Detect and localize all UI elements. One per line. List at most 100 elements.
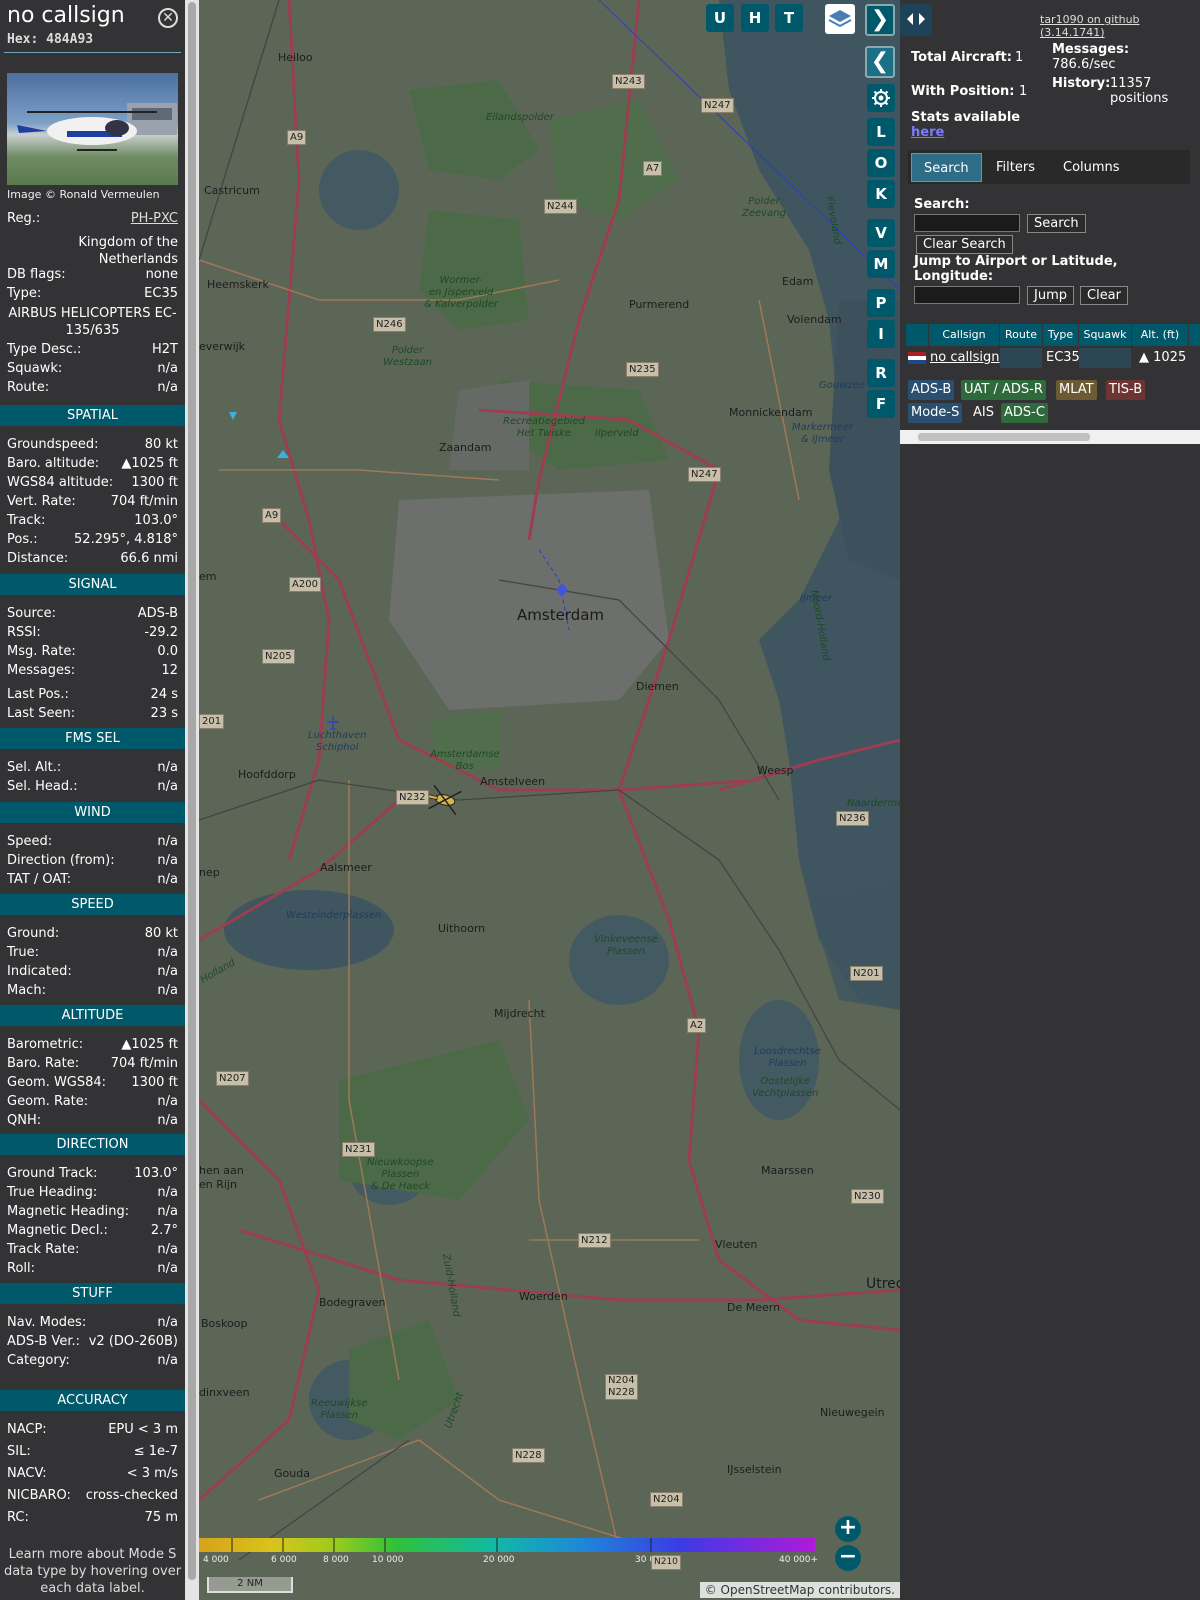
table-horizontal-scrollbar[interactable] bbox=[900, 430, 1200, 444]
map-button-h[interactable]: H bbox=[741, 4, 769, 32]
altitude-label-2: Geom. WGS84: bbox=[7, 1075, 107, 1090]
tab-search[interactable]: Search bbox=[911, 153, 982, 182]
map-button-t[interactable]: T bbox=[775, 4, 803, 32]
country-value: Kingdom of the Netherlands bbox=[78, 235, 178, 267]
place-amsterdamsebos: Amsterdamse Bos bbox=[430, 749, 500, 772]
close-icon[interactable]: ✕ bbox=[158, 8, 178, 28]
map-button-p[interactable]: P bbox=[867, 289, 895, 317]
tag-mlat[interactable]: MLAT bbox=[1056, 380, 1097, 400]
collapse-left-button[interactable]: ❮ bbox=[865, 46, 895, 78]
jump-button[interactable]: Jump bbox=[1027, 286, 1074, 305]
reg-link[interactable]: PH-PXC bbox=[131, 211, 178, 230]
direction-value-0: 103.0° bbox=[134, 1166, 178, 1181]
clear-button[interactable]: Clear bbox=[1080, 286, 1128, 305]
type-value: EC35 bbox=[144, 286, 178, 301]
info-row-reg: Reg.: PH-PXC bbox=[7, 211, 178, 230]
info-row-speed-2: Indicated: n/a bbox=[7, 964, 178, 983]
settings-button[interactable] bbox=[867, 84, 895, 112]
tag-uat[interactable]: UAT / ADS-R bbox=[961, 380, 1046, 400]
table-header-type[interactable]: Type bbox=[1043, 324, 1078, 346]
road-n247: N247 bbox=[701, 98, 734, 113]
map-button-k[interactable]: K bbox=[867, 180, 895, 208]
map-button-i[interactable]: I bbox=[867, 320, 895, 348]
signal-value-1: -29.2 bbox=[144, 625, 178, 640]
fms-label-1: Sel. Head.: bbox=[7, 779, 78, 794]
place-castricum: Castricum bbox=[204, 184, 260, 197]
map-button-u[interactable]: U bbox=[706, 4, 734, 32]
github-link[interactable]: tar1090 on github (3.14.1741) bbox=[1040, 13, 1200, 39]
stats-link[interactable]: here bbox=[911, 125, 944, 140]
tag-ais[interactable]: AIS bbox=[970, 403, 997, 423]
speed-value-0: 80 kt bbox=[144, 926, 178, 941]
table-header-squawk[interactable]: Squawk bbox=[1079, 324, 1131, 346]
info-row-spatial-3: Vert. Rate: 704 ft/min bbox=[7, 494, 178, 513]
accuracy-value-3: cross-checked bbox=[85, 1488, 178, 1503]
section-header-stuff: STUFF bbox=[0, 1283, 185, 1304]
tag-adsb[interactable]: ADS-B bbox=[908, 380, 955, 400]
expand-right-button[interactable]: ❯ bbox=[865, 4, 895, 36]
tab-columns[interactable]: Columns bbox=[1051, 153, 1132, 182]
row-type: EC35 bbox=[1046, 350, 1080, 365]
map-view[interactable]: Amsterdam Heiloo Castricum Heemskerk eve… bbox=[199, 0, 900, 1600]
tag-modes[interactable]: Mode-S bbox=[908, 403, 963, 423]
spatial-label-2: WGS84 altitude: bbox=[7, 475, 114, 490]
road-n228: N228 bbox=[512, 1448, 545, 1463]
place-woerden: Woerden bbox=[519, 1290, 568, 1303]
map-button-m[interactable]: M bbox=[867, 250, 895, 278]
scrollbar-thumb[interactable] bbox=[918, 433, 1090, 441]
road-n232: N232 bbox=[396, 790, 429, 805]
map-button-v[interactable]: V bbox=[867, 219, 895, 247]
clear-search-button[interactable]: Clear Search bbox=[916, 235, 1013, 254]
place-amsterdam: Amsterdam bbox=[517, 606, 605, 624]
tag-adsc[interactable]: ADS-C bbox=[1001, 403, 1048, 423]
direction-value-5: n/a bbox=[157, 1261, 178, 1276]
table-header-flag bbox=[906, 324, 928, 346]
zoom-in-button[interactable]: + bbox=[835, 1516, 861, 1542]
place-heemskerk: Heemskerk bbox=[207, 278, 269, 291]
messages-label: Messages: bbox=[1052, 42, 1130, 57]
type-full-value: AIRBUS HELICOPTERS EC-135/635 bbox=[8, 306, 177, 338]
layers-button[interactable] bbox=[825, 4, 855, 34]
place-wormer: Wormer- en Jisperveld & Kalverpolder bbox=[424, 275, 499, 310]
altitude-label-1: Baro. Rate: bbox=[7, 1056, 80, 1071]
road-n231: N231 bbox=[342, 1142, 375, 1157]
table-header-alt[interactable]: Alt. (ft) bbox=[1132, 324, 1188, 346]
map-button-r[interactable]: R bbox=[867, 359, 895, 387]
direction-label-5: Roll: bbox=[7, 1261, 36, 1276]
toggle-sidebar-button[interactable] bbox=[900, 4, 932, 36]
spatial-value-3: 704 ft/min bbox=[110, 494, 178, 509]
table-header-callsign[interactable]: Callsign bbox=[929, 324, 999, 346]
table-header-route[interactable]: Route bbox=[1000, 324, 1042, 346]
speed-label-3: Mach: bbox=[7, 983, 46, 998]
aircraft-photo[interactable] bbox=[7, 73, 178, 185]
tab-filters[interactable]: Filters bbox=[984, 153, 1047, 182]
spatial-label-4: Track: bbox=[7, 513, 46, 528]
map-button-o[interactable]: O bbox=[867, 149, 895, 177]
map-attribution[interactable]: © OpenStreetMap contributors. bbox=[699, 1582, 900, 1598]
place-vinkeveense: Vinkeveense Plassen bbox=[594, 934, 658, 957]
divider bbox=[4, 52, 181, 53]
map-button-l[interactable]: L bbox=[867, 118, 895, 146]
table-header-more[interactable] bbox=[1189, 324, 1200, 346]
section-header-accuracy: ACCURACY bbox=[0, 1390, 185, 1411]
info-row-wind-1: Direction (from): n/a bbox=[7, 853, 178, 872]
direction-label-3: Magnetic Decl.: bbox=[7, 1223, 108, 1238]
search-input[interactable] bbox=[914, 214, 1020, 232]
tag-tisb[interactable]: TIS-B bbox=[1106, 380, 1146, 400]
squawk-label: Squawk: bbox=[7, 361, 63, 376]
info-row-signal-2: Msg. Rate: 0.0 bbox=[7, 644, 178, 663]
jump-input[interactable] bbox=[914, 286, 1020, 304]
row-callsign[interactable]: no callsign bbox=[930, 348, 1000, 368]
map-button-f[interactable]: F bbox=[867, 390, 895, 418]
accuracy-label-3: NICBARO: bbox=[7, 1488, 71, 1503]
search-button[interactable]: Search bbox=[1027, 214, 1086, 233]
place-maarssen: Maarssen bbox=[761, 1164, 814, 1177]
signal-label-0: Source: bbox=[7, 606, 57, 621]
zoom-out-button[interactable]: − bbox=[835, 1545, 861, 1571]
spatial-label-3: Vert. Rate: bbox=[7, 494, 76, 509]
altitude-value-2: 1300 ft bbox=[131, 1075, 178, 1090]
typedesc-value: H2T bbox=[152, 342, 178, 357]
info-row-accuracy-2: NACV: < 3 m/s bbox=[7, 1466, 178, 1485]
left-scrollbar-thumb[interactable] bbox=[188, 2, 196, 1580]
aircraft-list-panel: tar1090 on github (3.14.1741) Total Airc… bbox=[900, 0, 1200, 1600]
